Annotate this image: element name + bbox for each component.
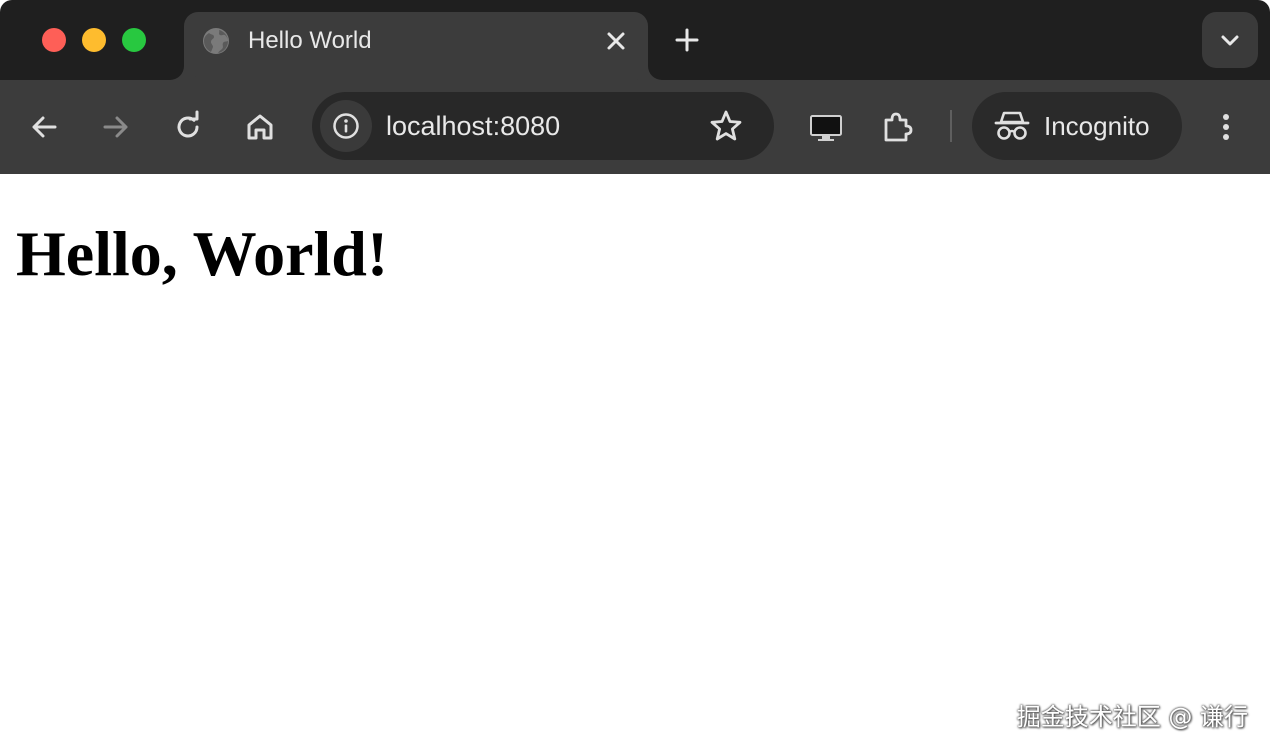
toolbar: localhost:8080 Incognito xyxy=(0,80,1270,174)
puzzle-icon xyxy=(884,112,913,142)
globe-icon xyxy=(203,28,229,54)
menu-button[interactable] xyxy=(1208,109,1244,145)
reload-icon xyxy=(177,110,199,138)
url-text[interactable]: localhost:8080 xyxy=(386,111,560,141)
star-icon[interactable] xyxy=(708,108,744,144)
close-tab-icon[interactable] xyxy=(602,27,630,55)
active-tab[interactable]: Hello World xyxy=(184,12,648,80)
incognito-icon xyxy=(994,111,1030,140)
watermark: 掘金技术社区 @ 谦行 xyxy=(1016,703,1248,731)
chevron-down-icon xyxy=(1221,35,1239,46)
new-tab-icon[interactable] xyxy=(672,25,702,55)
info-icon xyxy=(333,113,359,139)
vertical-dots-icon xyxy=(1223,114,1229,140)
home-button[interactable] xyxy=(242,109,278,145)
back-button[interactable] xyxy=(26,109,62,145)
profile-label: Incognito xyxy=(1044,111,1150,141)
incognito-profile-button[interactable]: Incognito xyxy=(972,92,1182,160)
tab-title: Hello World xyxy=(248,27,372,54)
window-close-button[interactable] xyxy=(42,28,66,52)
extensions-button[interactable] xyxy=(880,109,916,145)
tab-strip: Hello World xyxy=(0,0,1270,80)
window-zoom-button[interactable] xyxy=(122,28,146,52)
reload-button[interactable] xyxy=(170,109,206,145)
page-heading: Hello, World! xyxy=(16,218,389,289)
window-minimize-button[interactable] xyxy=(82,28,106,52)
monitor-icon xyxy=(810,115,842,141)
page-content: Hello, World! 掘金技术社区 @ 谦行 xyxy=(0,174,1270,750)
toolbar-divider xyxy=(950,110,952,142)
home-icon xyxy=(247,114,273,140)
site-info-button[interactable] xyxy=(320,100,372,152)
forward-button[interactable] xyxy=(98,109,134,145)
arrow-right-icon xyxy=(103,116,128,138)
arrow-left-icon xyxy=(32,116,57,138)
address-bar[interactable]: localhost:8080 xyxy=(312,92,774,160)
browser-window: Hello World localhost:8080 Incognito Hel… xyxy=(0,0,1270,750)
tab-search-button[interactable] xyxy=(1202,12,1258,68)
cast-button[interactable] xyxy=(808,109,844,145)
